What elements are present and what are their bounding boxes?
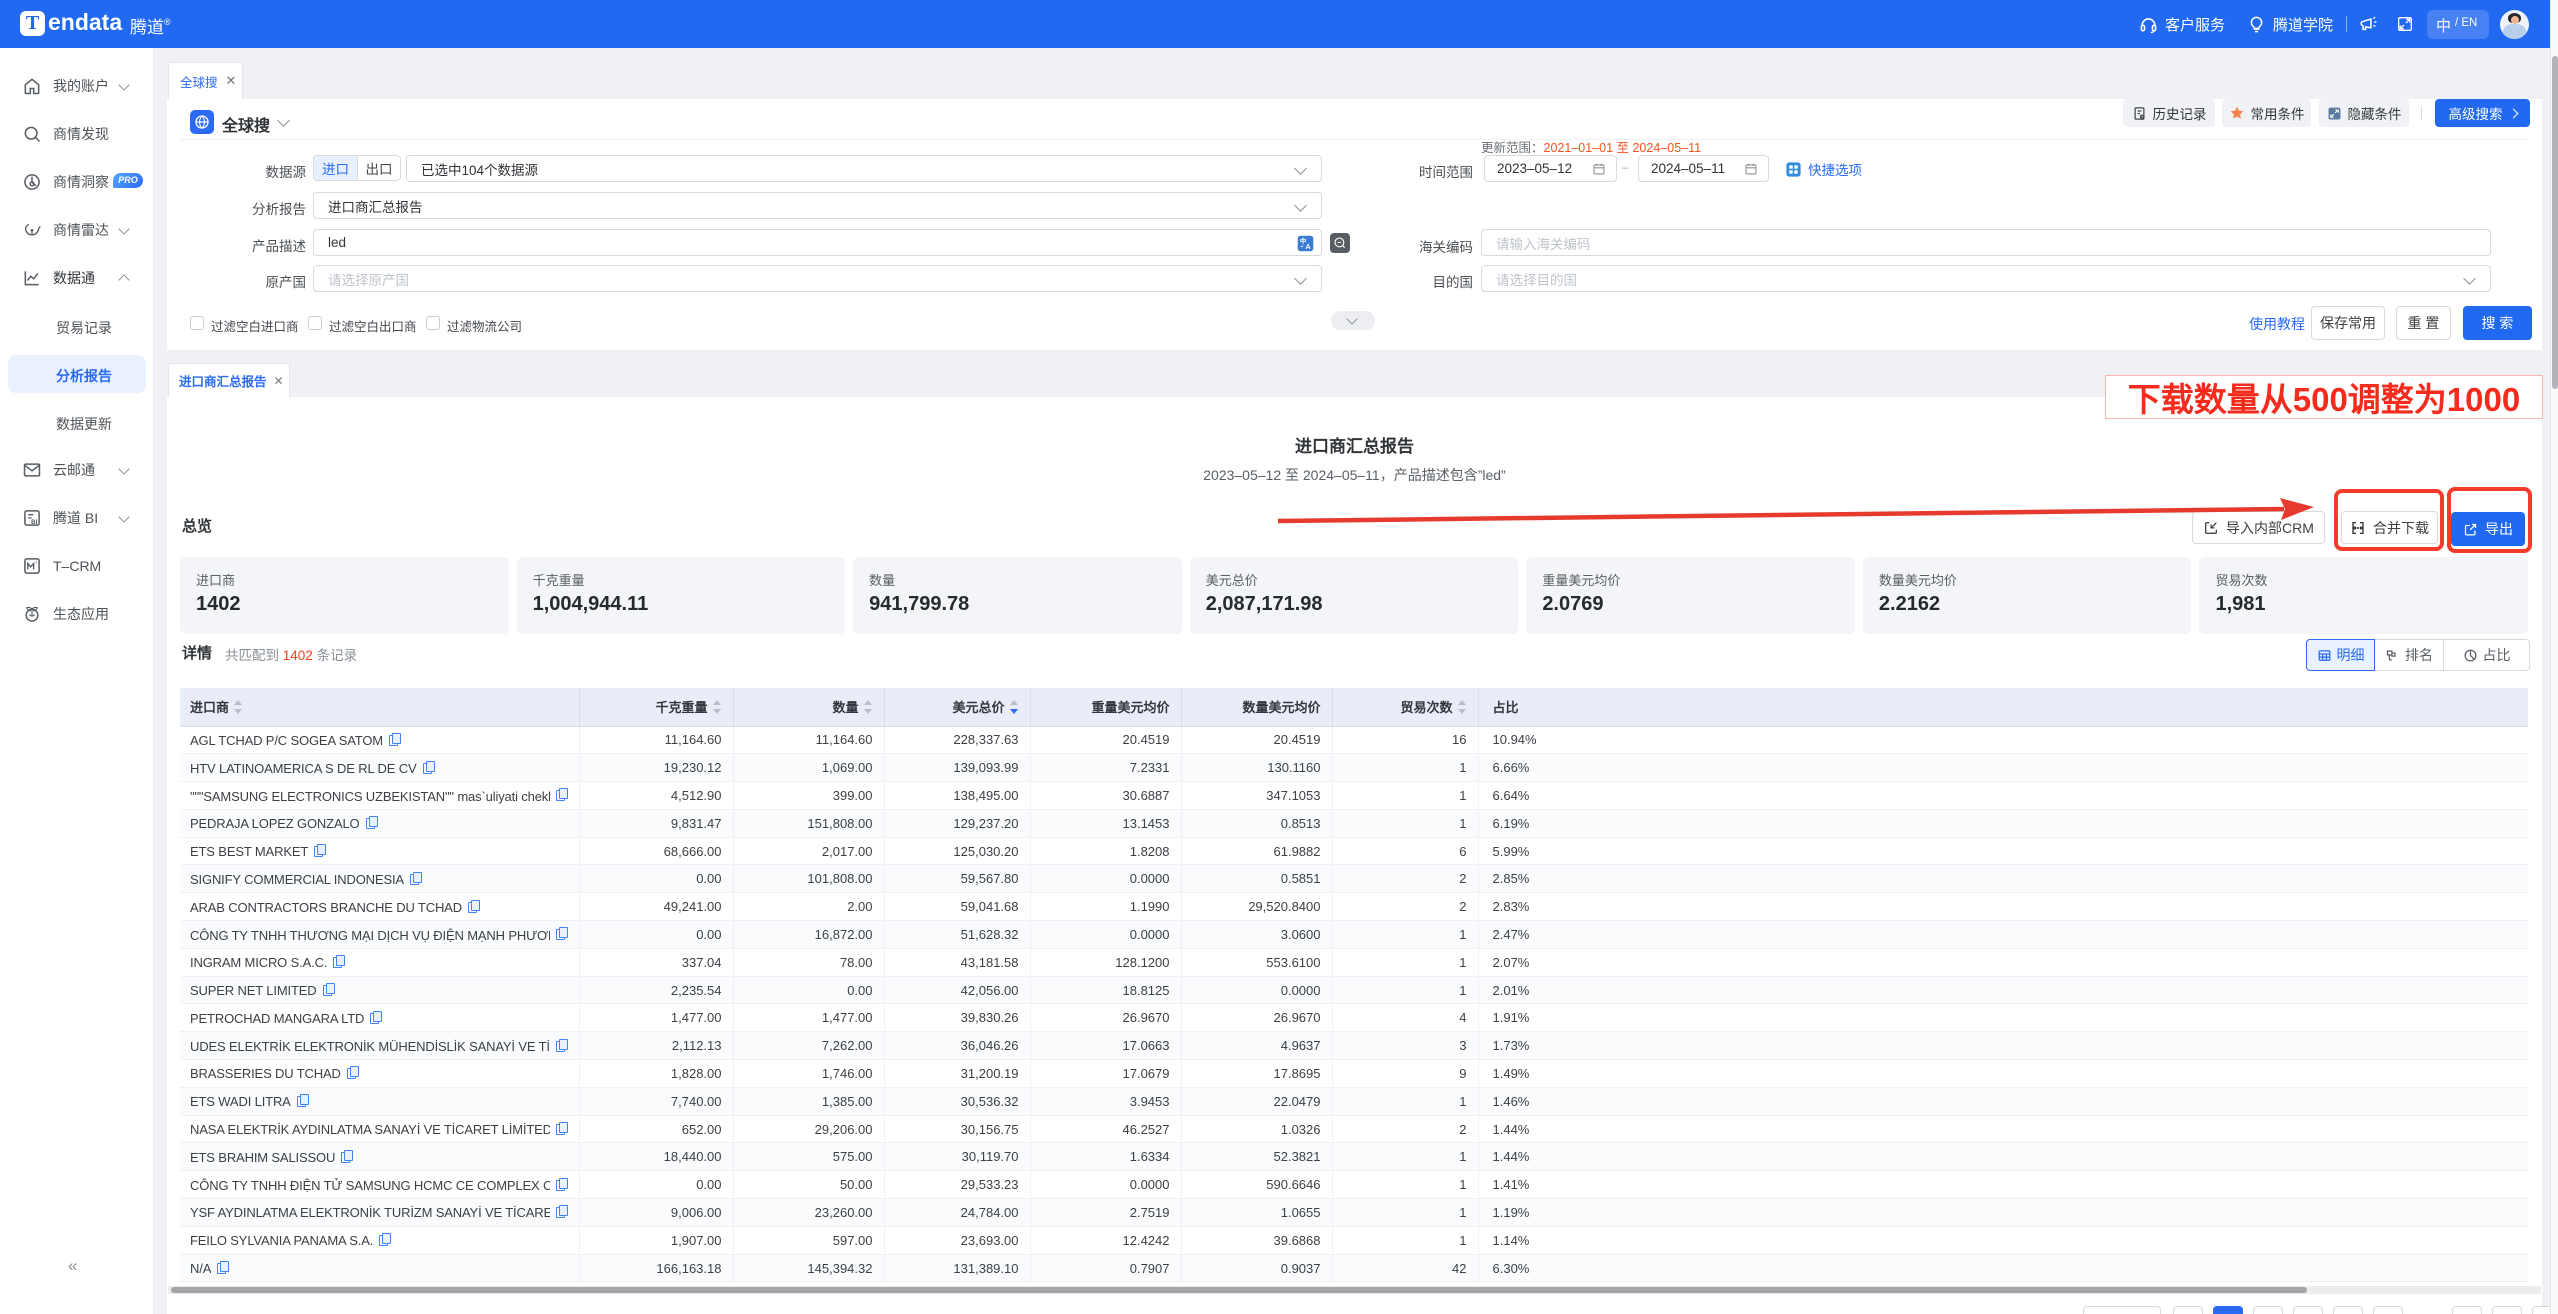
svg-text:A: A (1306, 243, 1311, 251)
svg-text:BI: BI (31, 519, 38, 526)
